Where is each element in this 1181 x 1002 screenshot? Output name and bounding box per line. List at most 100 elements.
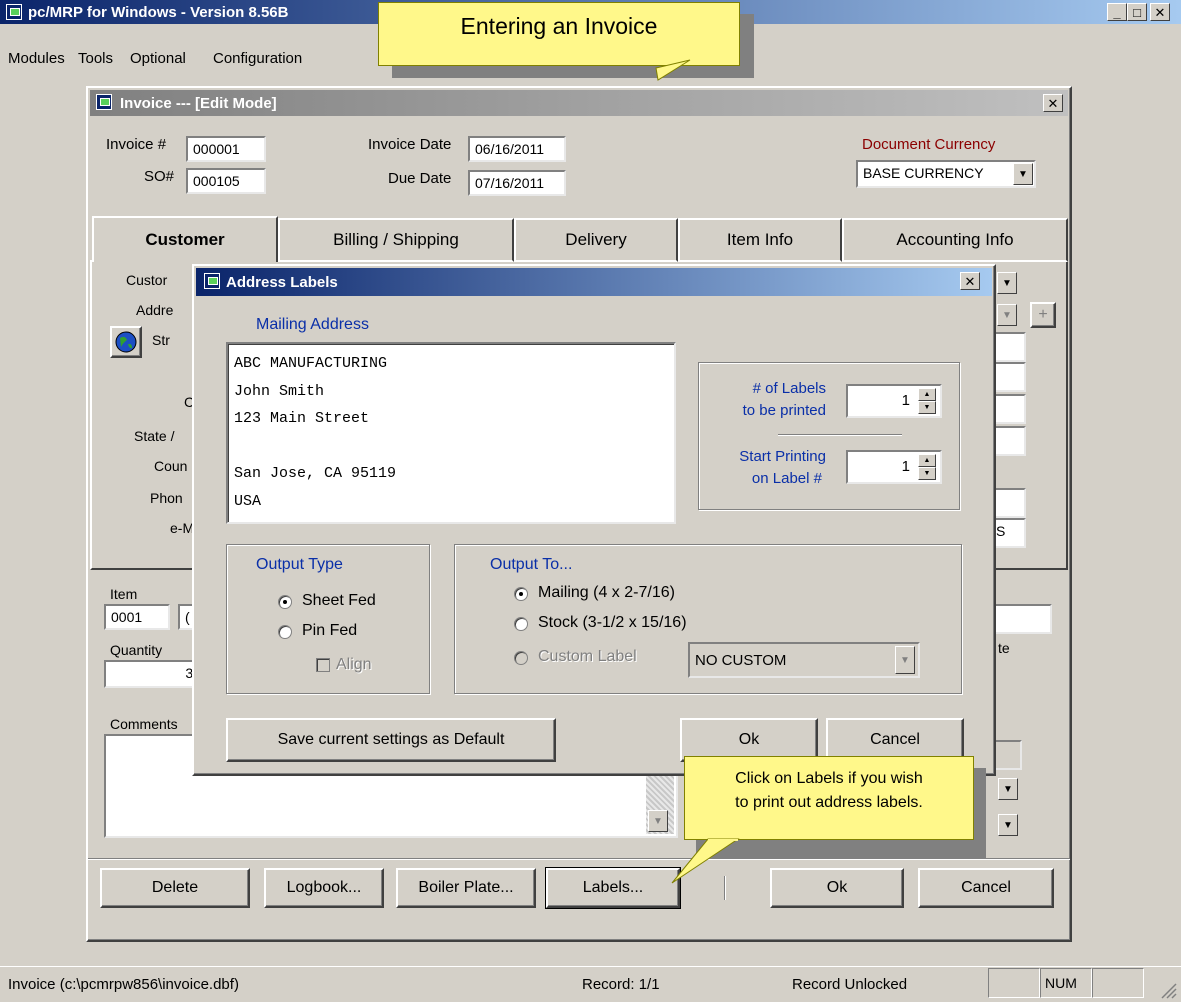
right-item-field[interactable] <box>990 604 1052 634</box>
tab-customer-label: Customer <box>145 230 225 249</box>
status-panel-1 <box>988 968 1040 998</box>
tab-accounting-label: Accounting Info <box>896 230 1014 249</box>
num-labels-spin-down[interactable]: ▼ <box>918 401 936 414</box>
currency-select[interactable]: BASE CURRENCY <box>856 160 1036 188</box>
invoice-ok-label: Ok <box>826 879 848 896</box>
output-type-label: Output Type <box>256 556 343 573</box>
address-line-2: John Smith <box>234 382 325 400</box>
invoice-cancel-button[interactable]: Cancel <box>918 868 1054 908</box>
custom-label-select: NO CUSTOM <box>688 642 920 678</box>
customer-label: Custor <box>126 272 168 288</box>
menu-modules[interactable]: Modules <box>8 50 65 67</box>
status-file: Invoice (c:\pcmrpw856\invoice.dbf) <box>8 976 239 993</box>
callout-top-pointer <box>655 59 691 81</box>
country-label: Coun <box>154 458 188 474</box>
minimize-button[interactable]: _ <box>1107 3 1127 21</box>
address-dialog-icon <box>204 273 220 289</box>
globe-button[interactable] <box>110 326 142 358</box>
tab-billing-shipping[interactable]: Billing / Shipping <box>278 218 514 262</box>
menu-configuration[interactable]: Configuration <box>213 50 302 67</box>
callout-bottom-line1: Click on Labels if you wish <box>735 770 923 787</box>
output-to-label: Output To... <box>490 556 573 573</box>
customer-dropdown-button[interactable]: ▼ <box>997 272 1017 294</box>
address-dialog-title-bar: Address Labels <box>196 268 992 296</box>
start-label-spin-down[interactable]: ▼ <box>918 467 936 480</box>
custom-label-label: Custom Label <box>538 648 637 665</box>
start-label-spin-up[interactable]: ▲ <box>918 454 936 467</box>
sheet-fed-label[interactable]: Sheet Fed <box>302 592 376 610</box>
logbook-button-label: Logbook... <box>286 879 362 896</box>
invoice-close-button[interactable]: ✕ <box>1043 94 1063 112</box>
invoice-date-field[interactable]: 06/16/2011 <box>468 136 566 162</box>
so-number-field[interactable]: 000105 <box>186 168 266 194</box>
app-title: pc/MRP for Windows - Version 8.56B <box>28 3 289 21</box>
address-line-3: 123 Main Street <box>234 410 370 427</box>
delete-button[interactable]: Delete <box>100 868 250 908</box>
mailing-label[interactable]: Mailing (4 x 2-7/16) <box>538 584 675 602</box>
comments-scroll-down[interactable]: ▼ <box>648 810 668 832</box>
currency-dropdown-button[interactable]: ▼ <box>1013 163 1033 185</box>
item-field[interactable]: 0001 <box>104 604 170 630</box>
invoice-title: Invoice --- [Edit Mode] <box>120 94 277 112</box>
address-line-6: USA <box>234 492 262 510</box>
app-icon <box>6 4 22 20</box>
status-panel-3 <box>1092 968 1144 998</box>
close-button[interactable]: ✕ <box>1150 3 1170 21</box>
phone-label: Phon <box>150 490 183 506</box>
custom-label-value: NO CUSTOM <box>695 652 787 669</box>
invoice-ok-button[interactable]: Ok <box>770 868 904 908</box>
add-address-button[interactable]: + <box>1030 302 1056 328</box>
maximize-button[interactable]: □ <box>1127 3 1147 21</box>
address-label: Addre <box>136 302 174 318</box>
due-date-field[interactable]: 07/16/2011 <box>468 170 566 196</box>
address-dialog-title: Address Labels <box>226 273 338 291</box>
menu-optional[interactable]: Optional <box>130 50 186 67</box>
mailing-address-label: Mailing Address <box>256 316 369 333</box>
pin-fed-label[interactable]: Pin Fed <box>302 622 357 640</box>
boiler-plate-button[interactable]: Boiler Plate... <box>396 868 536 908</box>
mailing-address-textarea[interactable]: ABC MANUFACTURING John Smith 123 Main St… <box>226 342 676 524</box>
mailing-radio[interactable] <box>514 587 528 601</box>
callout-bottom: Click on Labels if you wish to print out… <box>684 756 974 840</box>
address-cancel-label: Cancel <box>870 731 920 748</box>
label-group-divider <box>778 434 902 436</box>
address-dialog-close-button[interactable]: ✕ <box>960 272 980 290</box>
email-field-fragment: S <box>996 523 1006 539</box>
stock-label[interactable]: Stock (3-1/2 x 15/16) <box>538 614 687 632</box>
stock-radio[interactable] <box>514 617 528 631</box>
callout-bottom-line2: to print out address labels. <box>735 794 923 811</box>
tab-customer[interactable]: Customer <box>92 216 278 262</box>
num-labels-label-2: to be printed <box>742 402 826 419</box>
address-dropdown-button: ▼ <box>997 304 1017 326</box>
tab-delivery[interactable]: Delivery <box>514 218 678 262</box>
resize-grip-icon[interactable] <box>1158 980 1178 1000</box>
delete-button-label: Delete <box>151 879 199 896</box>
street-label: Str <box>152 332 170 348</box>
address-line-1: ABC MANUFACTURING <box>234 355 388 372</box>
num-labels-spin-up[interactable]: ▲ <box>918 388 936 401</box>
start-label-value: 1 <box>901 458 910 475</box>
comments-label: Comments <box>110 716 178 732</box>
invoice-date-label: Invoice Date <box>368 136 452 153</box>
address-line-5: San Jose, CA 95119 <box>234 465 397 482</box>
quantity-field[interactable]: 3. <box>104 660 204 688</box>
status-record: Record: 1/1 <box>582 976 660 993</box>
menu-tools[interactable]: Tools <box>78 50 113 67</box>
quantity-label: Quantity <box>110 642 163 658</box>
address-line-4 <box>234 433 668 461</box>
bottom-separator <box>88 858 1070 860</box>
tab-accounting-info[interactable]: Accounting Info <box>842 218 1068 262</box>
invoice-number-field[interactable]: 000001 <box>186 136 266 162</box>
start-printing-label-1: Start Printing <box>739 448 826 465</box>
sheet-fed-radio[interactable] <box>278 595 292 609</box>
right-dropdown-1[interactable]: ▼ <box>998 778 1018 800</box>
email-label: e-M <box>170 520 195 536</box>
logbook-button[interactable]: Logbook... <box>264 868 384 908</box>
tab-item-info[interactable]: Item Info <box>678 218 842 262</box>
pin-fed-radio[interactable] <box>278 625 292 639</box>
address-ok-label: Ok <box>738 731 760 748</box>
custom-label-dropdown-button: ▼ <box>895 646 915 674</box>
currency-label: Document Currency <box>862 136 996 153</box>
save-default-button[interactable]: Save current settings as Default <box>226 718 556 762</box>
right-dropdown-2[interactable]: ▼ <box>998 814 1018 836</box>
